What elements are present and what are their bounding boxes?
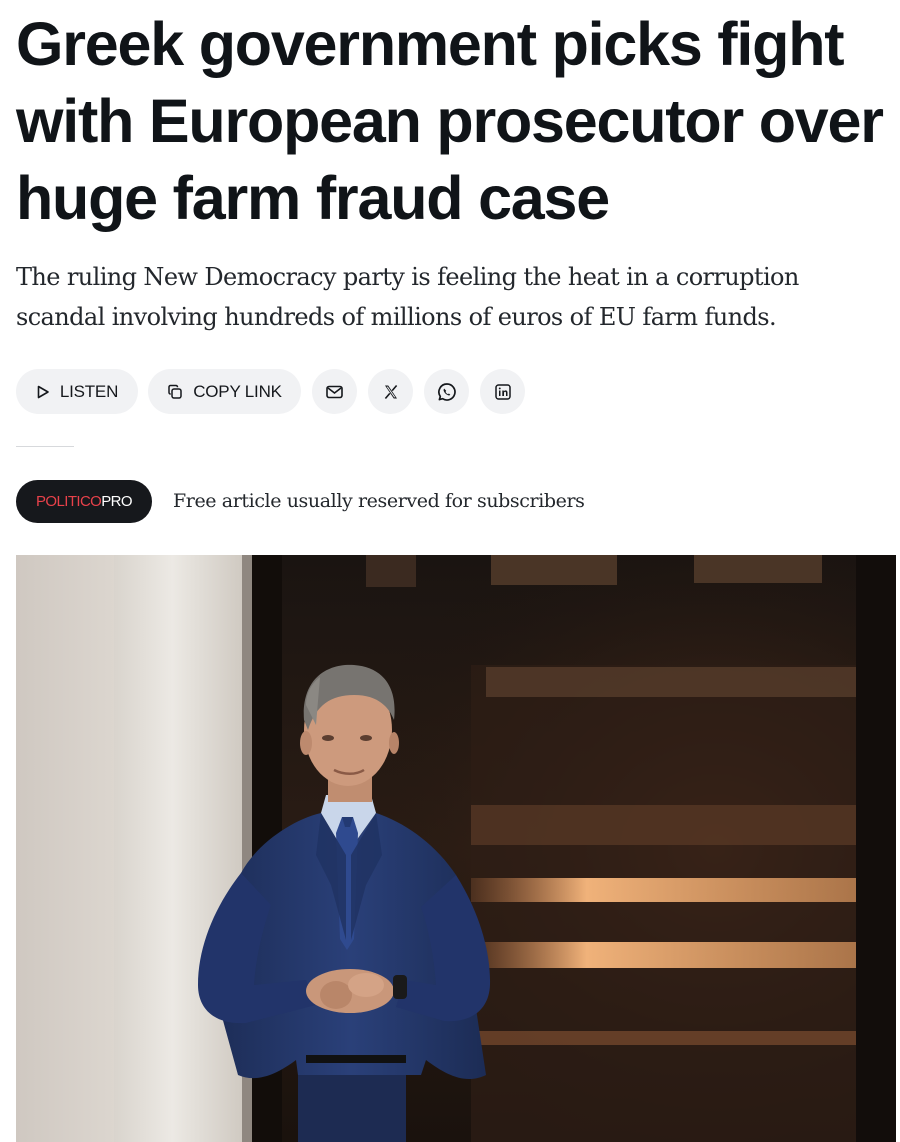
x-icon [383,384,399,400]
linkedin-share-button[interactable] [480,369,525,414]
email-share-button[interactable] [312,369,357,414]
hero-image [16,555,896,1142]
subscriber-note: Free article usually reserved for subscr… [173,490,585,512]
section-divider [16,446,74,447]
headline: Greek government picks fight with Europe… [16,10,884,232]
play-icon [36,385,50,399]
copy-link-label: COPY LINK [193,381,282,401]
politico-pro-brand-part2: PRO [101,493,132,510]
whatsapp-icon [437,382,457,402]
article-dek: The ruling New Democracy party is feelin… [16,263,799,331]
linkedin-icon [494,383,511,400]
copy-link-button[interactable]: COPY LINK [148,369,301,414]
politico-pro-brand-part1: POLITICO [36,493,102,510]
politico-pro-badge[interactable]: POLITICO PRO [16,480,152,523]
copy-icon [167,384,183,400]
hero-photo-illustration [16,555,896,1142]
x-share-button[interactable] [368,369,413,414]
mail-icon [326,385,343,399]
listen-button[interactable]: LISTEN [16,369,138,414]
listen-label: LISTEN [59,381,119,401]
whatsapp-share-button[interactable] [424,369,469,414]
